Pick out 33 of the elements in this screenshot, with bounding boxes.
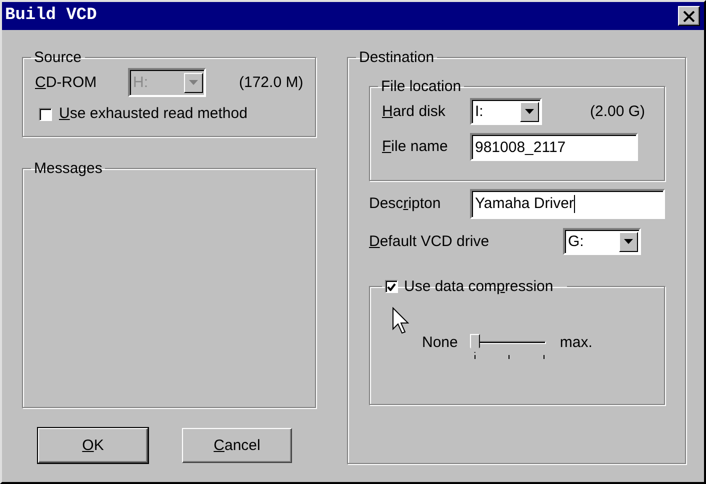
- close-icon: [683, 10, 695, 22]
- text-caret: [574, 195, 575, 213]
- group-title: Source: [33, 50, 83, 65]
- compression-slider[interactable]: [470, 334, 548, 360]
- vcd-drive-dropdown[interactable]: G:: [563, 228, 641, 255]
- slider-thumb[interactable]: [470, 334, 480, 353]
- slider-max-label: max.: [560, 334, 592, 352]
- field-label: Hard disk: [382, 102, 446, 120]
- checkbox[interactable]: [385, 280, 398, 293]
- field-label: CD-ROM: [35, 74, 98, 92]
- close-button[interactable]: [678, 6, 700, 26]
- mouse-pointer-icon: [392, 307, 410, 335]
- group-title: Destination: [358, 50, 436, 65]
- dropdown-value: G:: [568, 232, 584, 250]
- size-label: (172.0 M): [239, 74, 304, 92]
- field-label: Descripton: [369, 195, 442, 213]
- group-title: Messages: [33, 161, 104, 176]
- ok-button[interactable]: OK: [38, 428, 148, 463]
- window-title: Build VCD: [5, 6, 97, 26]
- cancel-button[interactable]: Cancel: [182, 428, 292, 463]
- hard-disk-dropdown[interactable]: I:: [470, 98, 542, 125]
- dropdown-value: I:: [475, 102, 484, 120]
- slider-min-label: None: [422, 334, 458, 352]
- file-name-field[interactable]: 981008_2117: [470, 133, 638, 161]
- size-label: (2.00 G): [590, 102, 646, 120]
- field-value: Yamaha Driver: [475, 195, 574, 213]
- checkbox[interactable]: [39, 108, 52, 120]
- description-field[interactable]: Yamaha Driver: [470, 189, 665, 219]
- checkbox-label: Use exhausted read method: [59, 105, 248, 123]
- group-title: File location: [380, 79, 462, 94]
- field-label: Default VCD drive: [369, 232, 490, 250]
- field-label: File name: [382, 138, 449, 156]
- checkbox-label: Use data compression: [404, 279, 554, 294]
